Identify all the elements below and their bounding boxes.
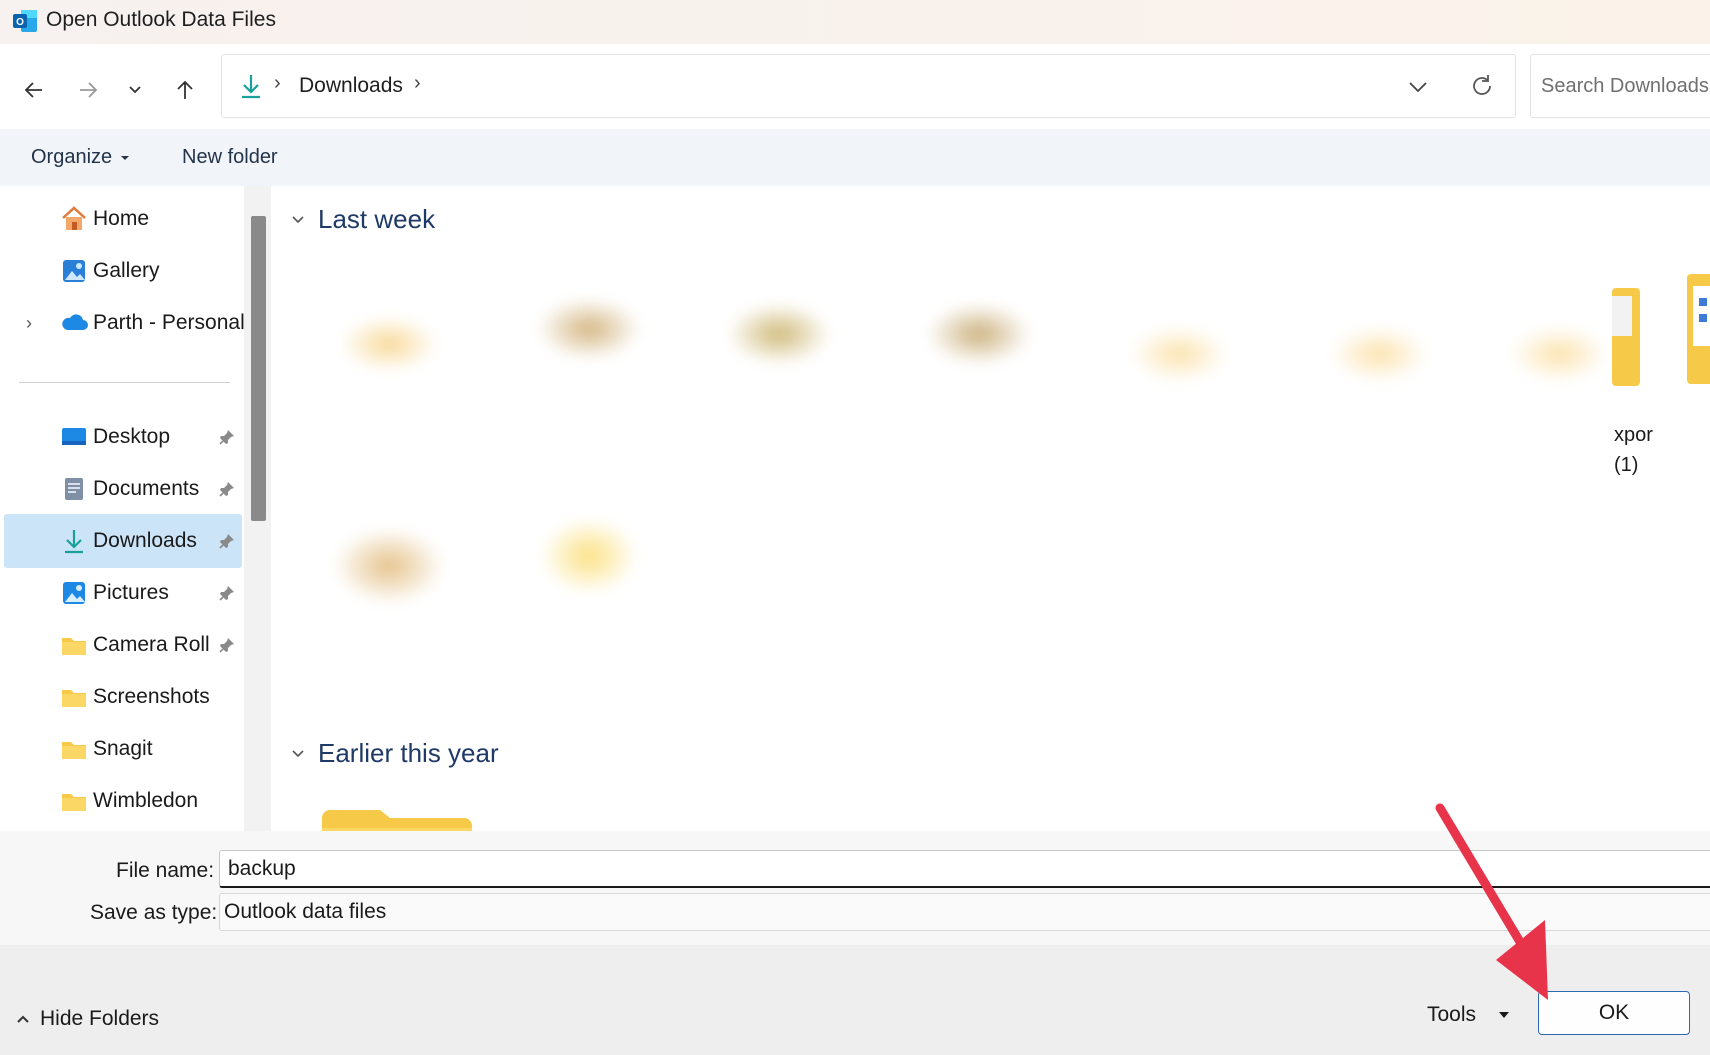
pin-icon[interactable] [218,428,236,446]
sidebar-item-label: Gallery [93,259,160,282]
sidebar-item-gallery[interactable]: Gallery [4,244,242,298]
group-header-last-week[interactable]: Last week [290,204,435,235]
download-arrow-icon [242,75,260,99]
file-name-area: File name: Save as type: Outlook data fi… [0,831,1710,945]
breadcrumb-separator[interactable]: › [274,72,281,95]
pin-icon[interactable] [218,584,236,602]
dialog-footer: Hide Folders Tools OK [0,945,1710,1055]
arrow-up-icon [177,80,193,99]
file-type-select[interactable]: Outlook data files [219,893,1710,931]
chevron-down-icon [292,215,304,223]
caret-down-icon [1499,1012,1510,1018]
new-folder-button[interactable]: New folder [182,146,278,169]
search-input[interactable] [1531,55,1710,117]
folder-icon[interactable] [322,808,472,831]
organize-label: Organize [31,146,113,168]
caret-down-icon [121,155,130,160]
arrow-right-icon [80,82,98,98]
sidebar-item-label: Camera Roll [93,633,210,656]
address-history-chevron-icon[interactable] [1404,73,1432,101]
sidebar-item-screenshots[interactable]: Screenshots [4,670,242,724]
sidebar-item-label: Desktop [93,425,171,448]
back-button[interactable] [16,72,52,108]
sidebar-item-pictures[interactable]: Pictures [4,566,242,620]
recent-locations-button[interactable] [117,72,153,108]
forward-button[interactable] [70,72,106,108]
pictures-icon [63,582,85,604]
breadcrumb-separator[interactable]: › [414,72,421,95]
pin-icon[interactable] [218,480,236,498]
chevron-down-icon [129,86,141,94]
window-title: Open Outlook Data Files [46,8,276,31]
chevron-up-icon [17,1015,29,1023]
pin-icon[interactable] [218,532,236,550]
tools-label: Tools [1427,1003,1477,1026]
title-bar: O Open Outlook Data Files [0,0,1710,44]
up-button[interactable] [167,72,203,108]
navigation-bar: › Downloads › [0,44,1710,129]
navigation-pane: Home Gallery › Parth - Personal Desktop … [0,186,250,831]
sidebar-item-label: Snagit [93,737,153,760]
file-list-pane: Last week xpor (1) Earlier this year [277,186,1710,831]
sidebar-item-label: Pictures [93,581,169,604]
pin-icon[interactable] [218,636,236,654]
sidebar-item-snagit[interactable]: Snagit [4,722,242,776]
sidebar-item-label: Downloads [93,529,197,552]
file-name-label: File name: [116,859,215,882]
onedrive-cloud-icon [62,314,88,330]
outlook-app-icon: O [13,10,37,32]
sidebar-scrollbar-thumb[interactable] [251,216,266,521]
sidebar-divider [19,382,230,383]
sidebar-item-downloads[interactable]: Downloads [4,514,242,568]
folder-icon [62,690,86,707]
file-name-fragment: xpor [1614,424,1653,446]
ok-button[interactable]: OK [1538,991,1690,1035]
file-name-fragment: (1) [1614,454,1639,476]
folder-icon [62,794,86,811]
hide-folders-button[interactable]: Hide Folders [16,1007,159,1031]
save-as-type-label: Save as type: [90,901,218,924]
file-name-input[interactable] [219,850,1710,888]
group-title: Last week [318,204,436,234]
sidebar-item-label: Screenshots [93,685,210,708]
gallery-icon [63,260,85,282]
sidebar-item-label: Documents [93,477,200,500]
sidebar-item-home[interactable]: Home [4,192,242,246]
tools-button[interactable]: Tools [1427,1003,1510,1027]
sidebar-item-onedrive[interactable]: › Parth - Personal [4,296,245,350]
sidebar-item-camera-roll[interactable]: Camera Roll [4,618,242,672]
blurred-file-thumbnails [289,486,699,686]
desktop-icon [62,428,86,445]
sidebar-item-wimbledon[interactable]: Wimbledon [4,774,242,828]
sidebar-item-label: Wimbledon [93,789,199,812]
hide-folders-label: Hide Folders [40,1007,160,1030]
chevron-down-icon [292,749,304,757]
downloads-icon [65,530,83,554]
folder-icon [62,638,86,655]
address-bar[interactable]: › Downloads › [221,54,1516,118]
sidebar-item-label: Parth - Personal [93,311,245,334]
group-header-earlier-this-year[interactable]: Earlier this year [290,738,499,769]
folder-icon[interactable] [1612,288,1642,388]
documents-icon [65,478,83,500]
group-title: Earlier this year [318,738,499,768]
blurred-file-thumbnails [289,274,1612,496]
refresh-icon[interactable] [1467,71,1497,101]
home-icon [62,206,86,230]
arrow-left-icon [24,82,42,98]
command-bar: Organize New folder [0,129,1710,186]
folder-icon [62,742,86,759]
svg-text:O: O [16,17,24,28]
expand-chevron-icon[interactable]: › [26,313,32,334]
organize-button[interactable]: Organize [31,146,130,169]
breadcrumb-downloads[interactable]: Downloads [299,74,403,98]
folder-icon[interactable] [1687,274,1710,384]
search-box[interactable] [1530,54,1710,118]
sidebar-item-documents[interactable]: Documents [4,462,242,516]
sidebar-item-label: Home [93,207,150,230]
sidebar-item-desktop[interactable]: Desktop [4,410,242,464]
